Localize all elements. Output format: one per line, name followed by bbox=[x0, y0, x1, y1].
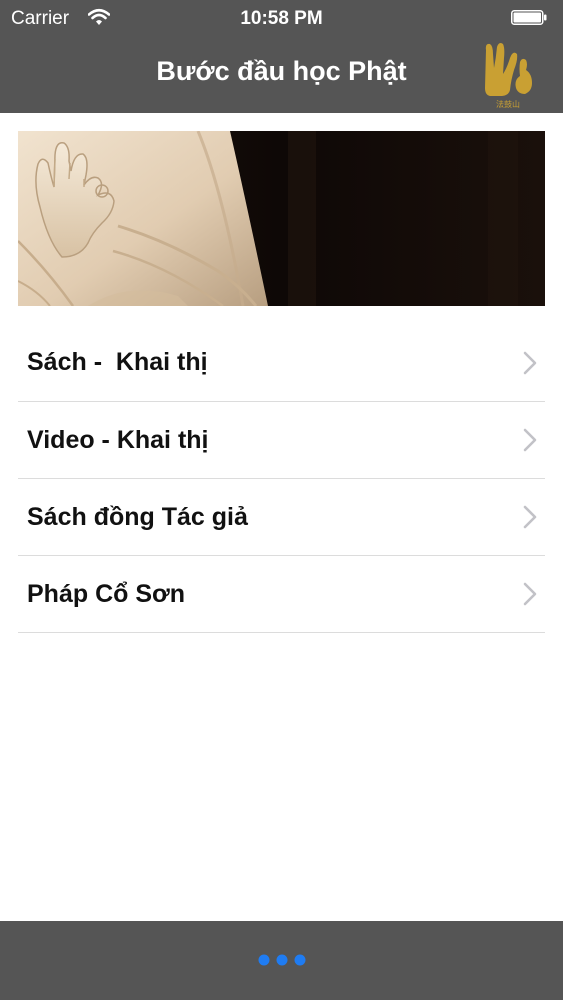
buddha-banner-image bbox=[18, 131, 545, 306]
bottom-tab-bar bbox=[0, 921, 563, 1000]
more-dots-icon[interactable] bbox=[256, 953, 308, 967]
menu-item-label: Pháp Cổ Sơn bbox=[27, 579, 186, 608]
clock-time: 10:58 PM bbox=[240, 8, 323, 29]
menu-list: Sách - Khai thị Video - Khai thị Sách đồ… bbox=[18, 324, 545, 633]
menu-item-video-khai-thi[interactable]: Video - Khai thị bbox=[18, 402, 545, 479]
logo-caption: 法鼓山 bbox=[496, 99, 520, 109]
menu-item-label: Sách - Khai thị bbox=[27, 348, 208, 376]
chevron-right-icon bbox=[523, 505, 537, 529]
menu-item-sach-khai-thi[interactable]: Sách - Khai thị bbox=[18, 324, 545, 402]
menu-item-label: Sách đồng Tác giả bbox=[27, 502, 248, 531]
page-title: Bước đầu học Phật bbox=[156, 56, 407, 86]
menu-item-phap-co-son[interactable]: Pháp Cổ Sơn bbox=[18, 556, 545, 633]
status-bar: Carrier 10:58 PM bbox=[0, 0, 563, 38]
chevron-right-icon bbox=[523, 582, 537, 606]
battery-icon bbox=[511, 10, 547, 25]
navigation-header: Carrier 10:58 PM Bước đầu học Phật 法鼓山 bbox=[0, 0, 563, 113]
chevron-right-icon bbox=[523, 351, 537, 374]
app-logo: 法鼓山 bbox=[485, 43, 532, 109]
menu-item-sach-dong-tac-gia[interactable]: Sách đồng Tác giả bbox=[18, 479, 545, 556]
menu-item-label: Video - Khai thị bbox=[27, 425, 209, 454]
chevron-right-icon bbox=[523, 428, 537, 452]
